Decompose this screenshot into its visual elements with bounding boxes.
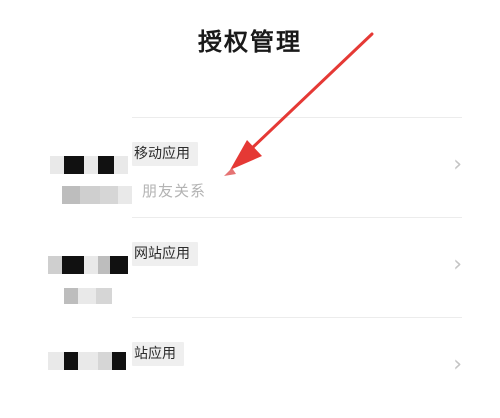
page-title: 授权管理 — [198, 28, 302, 56]
authorized-app-row[interactable]: 网站应用 › — [0, 218, 500, 318]
app-type-label: 移动应用 — [132, 142, 198, 166]
authorized-app-row[interactable]: 站应用 › — [0, 318, 500, 418]
permission-summary: 朋友关系 — [142, 182, 207, 200]
app-type-label: 站应用 — [132, 342, 184, 366]
authorized-app-row[interactable]: 移动应用 朋友关系 › — [0, 118, 500, 218]
chevron-right-icon: › — [453, 152, 462, 177]
chevron-right-icon: › — [453, 252, 462, 277]
chevron-right-icon: › — [453, 352, 462, 377]
app-type-label: 网站应用 — [132, 242, 198, 266]
